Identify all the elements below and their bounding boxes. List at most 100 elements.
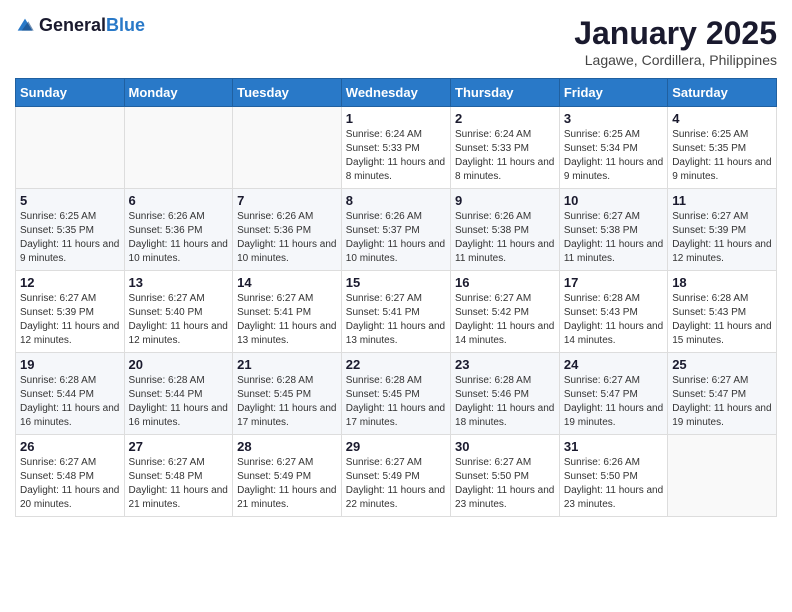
calendar-cell [233, 107, 342, 189]
day-info: Sunrise: 6:27 AMSunset: 5:49 PMDaylight:… [237, 456, 337, 512]
day-number: 3 [564, 111, 663, 126]
calendar-cell: 23Sunrise: 6:28 AMSunset: 5:46 PMDayligh… [451, 353, 560, 435]
calendar-cell: 31Sunrise: 6:26 AMSunset: 5:50 PMDayligh… [559, 435, 667, 517]
day-number: 8 [346, 193, 446, 208]
calendar-cell: 8 Sunrise: 6:26 AMSunset: 5:37 PMDaylight… [341, 189, 450, 271]
calendar-cell: 10 Sunrise: 6:27 AMSunset: 5:38 PMDayligh… [559, 189, 667, 271]
calendar-cell: 21 Sunrise: 6:28 AMSunset: 5:45 PMDayligh… [233, 353, 342, 435]
day-info: Sunrise: 6:27 AMSunset: 5:47 PMDaylight:… [672, 374, 772, 430]
day-info: Sunrise: 6:27 AMSunset: 5:41 PMDaylight:… [237, 292, 337, 348]
day-info: Sunrise: 6:28 AMSunset: 5:44 PMDaylight:… [20, 374, 120, 430]
day-info: Sunrise: 6:26 AMSunset: 5:50 PMDaylight:… [564, 456, 663, 512]
day-number: 19 [20, 357, 120, 372]
day-number: 16 [455, 275, 555, 290]
day-number: 10 [564, 193, 663, 208]
day-number: 6 [129, 193, 229, 208]
day-info: Sunrise: 6:25 AMSunset: 5:34 PMDaylight:… [564, 128, 663, 184]
calendar-cell: 12 Sunrise: 6:27 AMSunset: 5:39 PMDayligh… [16, 271, 125, 353]
day-number: 13 [129, 275, 229, 290]
day-info: Sunrise: 6:28 AMSunset: 5:45 PMDaylight:… [346, 374, 446, 430]
logo-text: GeneralBlue [39, 15, 145, 36]
day-info: Sunrise: 6:25 AMSunset: 5:35 PMDaylight:… [20, 210, 120, 266]
calendar-week-row: 1Sunrise: 6:24 AMSunset: 5:33 PMDaylight… [16, 107, 777, 189]
day-info: Sunrise: 6:27 AMSunset: 5:50 PMDaylight:… [455, 456, 555, 512]
calendar-cell: 2 Sunrise: 6:24 AMSunset: 5:33 PMDaylight… [451, 107, 560, 189]
day-info: Sunrise: 6:28 AMSunset: 5:43 PMDaylight:… [672, 292, 772, 348]
calendar-cell: 11Sunrise: 6:27 AMSunset: 5:39 PMDayligh… [668, 189, 777, 271]
day-number: 18 [672, 275, 772, 290]
day-number: 9 [455, 193, 555, 208]
calendar-cell: 20Sunrise: 6:28 AMSunset: 5:44 PMDayligh… [124, 353, 233, 435]
calendar-cell: 28 Sunrise: 6:27 AMSunset: 5:49 PMDayligh… [233, 435, 342, 517]
logo: GeneralBlue [15, 15, 145, 36]
weekday-header: Thursday [451, 79, 560, 107]
calendar-cell: 17 Sunrise: 6:28 AMSunset: 5:43 PMDayligh… [559, 271, 667, 353]
month-title: January 2025 [574, 15, 777, 52]
calendar-cell: 9Sunrise: 6:26 AMSunset: 5:38 PMDaylight… [451, 189, 560, 271]
day-number: 7 [237, 193, 337, 208]
day-number: 2 [455, 111, 555, 126]
calendar-cell: 4 Sunrise: 6:25 AMSunset: 5:35 PMDaylight… [668, 107, 777, 189]
calendar-cell: 29Sunrise: 6:27 AMSunset: 5:49 PMDayligh… [341, 435, 450, 517]
calendar-cell: 19 Sunrise: 6:28 AMSunset: 5:44 PMDayligh… [16, 353, 125, 435]
day-info: Sunrise: 6:24 AMSunset: 5:33 PMDaylight:… [346, 128, 446, 184]
weekday-header: Monday [124, 79, 233, 107]
day-number: 28 [237, 439, 337, 454]
day-number: 14 [237, 275, 337, 290]
day-number: 29 [346, 439, 446, 454]
calendar-week-row: 12 Sunrise: 6:27 AMSunset: 5:39 PMDayligh… [16, 271, 777, 353]
day-number: 4 [672, 111, 772, 126]
day-info: Sunrise: 6:24 AMSunset: 5:33 PMDaylight:… [455, 128, 555, 184]
day-info: Sunrise: 6:27 AMSunset: 5:40 PMDaylight:… [129, 292, 229, 348]
day-info: Sunrise: 6:26 AMSunset: 5:37 PMDaylight:… [346, 210, 446, 266]
day-info: Sunrise: 6:27 AMSunset: 5:48 PMDaylight:… [129, 456, 229, 512]
day-number: 23 [455, 357, 555, 372]
weekday-header-row: SundayMondayTuesdayWednesdayThursdayFrid… [16, 79, 777, 107]
calendar-cell: 24Sunrise: 6:27 AMSunset: 5:47 PMDayligh… [559, 353, 667, 435]
day-info: Sunrise: 6:28 AMSunset: 5:43 PMDaylight:… [564, 292, 663, 348]
calendar-cell: 5 Sunrise: 6:25 AMSunset: 5:35 PMDaylight… [16, 189, 125, 271]
calendar-week-row: 5 Sunrise: 6:25 AMSunset: 5:35 PMDaylight… [16, 189, 777, 271]
day-info: Sunrise: 6:27 AMSunset: 5:39 PMDaylight:… [20, 292, 120, 348]
day-info: Sunrise: 6:27 AMSunset: 5:42 PMDaylight:… [455, 292, 555, 348]
calendar-cell: 16 Sunrise: 6:27 AMSunset: 5:42 PMDayligh… [451, 271, 560, 353]
calendar-cell: 25Sunrise: 6:27 AMSunset: 5:47 PMDayligh… [668, 353, 777, 435]
calendar-cell: 13 Sunrise: 6:27 AMSunset: 5:40 PMDayligh… [124, 271, 233, 353]
day-number: 24 [564, 357, 663, 372]
location: Lagawe, Cordillera, Philippines [574, 52, 777, 68]
calendar-cell: 3 Sunrise: 6:25 AMSunset: 5:34 PMDaylight… [559, 107, 667, 189]
day-number: 17 [564, 275, 663, 290]
calendar-cell [124, 107, 233, 189]
calendar-week-row: 26 Sunrise: 6:27 AMSunset: 5:48 PMDayligh… [16, 435, 777, 517]
calendar-cell [16, 107, 125, 189]
calendar-cell: 6 Sunrise: 6:26 AMSunset: 5:36 PMDaylight… [124, 189, 233, 271]
calendar-cell [668, 435, 777, 517]
day-info: Sunrise: 6:28 AMSunset: 5:45 PMDaylight:… [237, 374, 337, 430]
day-info: Sunrise: 6:26 AMSunset: 5:36 PMDaylight:… [129, 210, 229, 266]
day-number: 5 [20, 193, 120, 208]
logo-general: General [39, 15, 106, 35]
day-number: 22 [346, 357, 446, 372]
day-number: 21 [237, 357, 337, 372]
calendar-week-row: 19 Sunrise: 6:28 AMSunset: 5:44 PMDayligh… [16, 353, 777, 435]
day-number: 20 [129, 357, 229, 372]
day-number: 12 [20, 275, 120, 290]
day-info: Sunrise: 6:27 AMSunset: 5:39 PMDaylight:… [672, 210, 772, 266]
logo-icon [15, 16, 35, 36]
day-number: 15 [346, 275, 446, 290]
calendar-cell: 15Sunrise: 6:27 AMSunset: 5:41 PMDayligh… [341, 271, 450, 353]
day-number: 26 [20, 439, 120, 454]
day-info: Sunrise: 6:25 AMSunset: 5:35 PMDaylight:… [672, 128, 772, 184]
logo-blue: Blue [106, 15, 145, 35]
day-number: 30 [455, 439, 555, 454]
calendar-cell: 7 Sunrise: 6:26 AMSunset: 5:36 PMDaylight… [233, 189, 342, 271]
day-info: Sunrise: 6:26 AMSunset: 5:36 PMDaylight:… [237, 210, 337, 266]
day-info: Sunrise: 6:27 AMSunset: 5:48 PMDaylight:… [20, 456, 120, 512]
day-info: Sunrise: 6:27 AMSunset: 5:38 PMDaylight:… [564, 210, 663, 266]
calendar-cell: 26 Sunrise: 6:27 AMSunset: 5:48 PMDayligh… [16, 435, 125, 517]
weekday-header: Tuesday [233, 79, 342, 107]
calendar-cell: 1Sunrise: 6:24 AMSunset: 5:33 PMDaylight… [341, 107, 450, 189]
calendar-cell: 27Sunrise: 6:27 AMSunset: 5:48 PMDayligh… [124, 435, 233, 517]
calendar-cell: 30 Sunrise: 6:27 AMSunset: 5:50 PMDayligh… [451, 435, 560, 517]
calendar-table: SundayMondayTuesdayWednesdayThursdayFrid… [15, 78, 777, 517]
